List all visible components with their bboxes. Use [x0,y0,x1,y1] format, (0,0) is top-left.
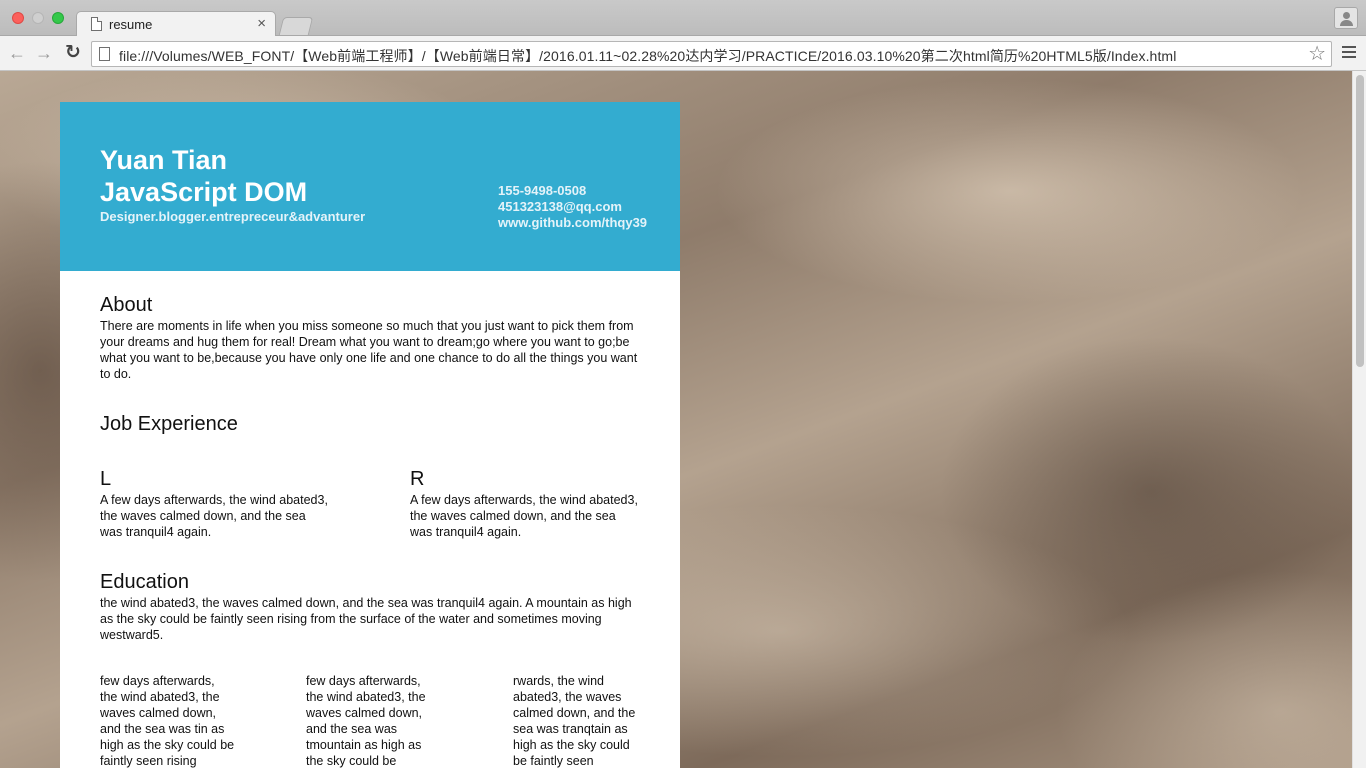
resume-header: Yuan Tian JavaScript DOM Designer.blogge… [60,102,680,271]
url-text[interactable]: file:///Volumes/WEB_FONT/【Web前端工程师】/【Web… [119,46,1176,66]
menu-icon[interactable] [1342,46,1356,60]
profile-icon[interactable] [1334,7,1358,29]
browser-tab-resume[interactable]: resume × [76,11,276,37]
education-col-1: few days afterwards, the wind abated3, t… [100,674,235,768]
resume-card: Yuan Tian JavaScript DOM Designer.blogge… [60,102,680,768]
resume-tagline: Designer.blogger.entrepreceur&advanturer [100,209,366,224]
resume-role: JavaScript DOM [100,177,308,207]
education-col-3: rwards, the wind abated3, the waves calm… [513,674,636,768]
browser-toolbar: ← → ↻ file:///Volumes/WEB_FONT/【Web前端工程师… [0,36,1366,71]
back-arrow-icon[interactable]: ← [6,42,28,64]
window-maximize-button[interactable] [52,12,64,24]
job-right-title: R [410,468,425,490]
forward-arrow-icon[interactable]: → [33,42,55,64]
education-text: the wind abated3, the waves calmed down,… [100,596,632,642]
contact-phone: 155-9498-0508 [498,183,587,198]
job-left-title: L [100,468,112,490]
contact-github: www.github.com/thqy39 [498,215,648,230]
education-col-2: few days afterwards, the wind abated3, t… [306,674,426,768]
bookmark-star-icon[interactable]: ☆ [1308,43,1326,65]
scrollbar-thumb[interactable] [1356,75,1364,367]
page-icon [99,47,110,61]
address-bar[interactable]: file:///Volumes/WEB_FONT/【Web前端工程师】/【Web… [91,41,1332,67]
job-right-text: A few days afterwards, the wind abated3,… [410,493,638,539]
window-minimize-button[interactable] [32,12,44,24]
job-left-text: A few days afterwards, the wind abated3,… [100,493,328,539]
contact-email: 451323138@qq.com [498,199,622,214]
page-icon [91,17,102,31]
resume-name: Yuan Tian [100,145,228,175]
about-text: There are moments in life when you miss … [100,319,638,381]
page-scrollbar[interactable] [1352,71,1366,768]
education-title: Education [100,571,189,593]
window-close-button[interactable] [12,12,24,24]
reload-icon[interactable]: ↻ [62,42,84,64]
new-tab-button[interactable] [278,17,314,35]
browser-tab-bar: resume × [0,0,1366,37]
tab-title: resume [109,17,153,32]
page-viewport: Yuan Tian JavaScript DOM Designer.blogge… [0,71,1352,768]
about-title: About [100,294,153,316]
tab-close-icon[interactable]: × [257,15,266,33]
job-experience-title: Job Experience [100,413,238,435]
